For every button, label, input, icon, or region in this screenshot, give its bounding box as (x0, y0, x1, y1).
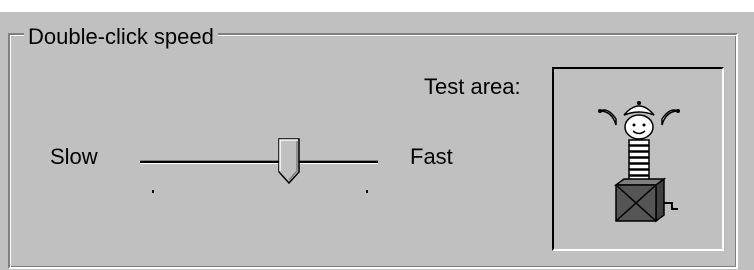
slider-track[interactable] (140, 160, 378, 164)
test-area[interactable] (552, 67, 724, 251)
test-area-label: Test area: (424, 74, 521, 99)
slider-tick-min (152, 190, 154, 193)
double-click-panel: Double-click speed Slow Fast Test area: (0, 12, 754, 270)
double-click-speed-slider[interactable] (140, 132, 380, 202)
slider-tick-max (366, 190, 368, 193)
fast-label: Fast (410, 144, 453, 169)
slow-label: Slow (50, 144, 98, 169)
jack-in-the-box-icon[interactable] (594, 97, 684, 227)
slider-thumb[interactable] (278, 138, 300, 184)
group-title: Double-click speed (24, 25, 218, 49)
